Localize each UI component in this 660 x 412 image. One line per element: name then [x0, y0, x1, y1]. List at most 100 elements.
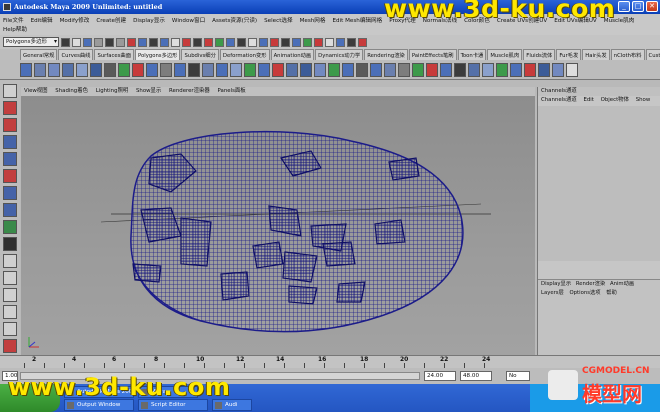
- face-mode-icon[interactable]: [314, 37, 323, 47]
- anim-layer-field[interactable]: No: [506, 371, 530, 381]
- menu-modify[interactable]: Modify修改: [60, 16, 90, 24]
- tab-surfaces[interactable]: Surfaces曲面: [94, 49, 134, 60]
- tab-curves[interactable]: Curves曲线: [58, 49, 94, 60]
- layer-menu-options[interactable]: Options选项: [570, 290, 601, 296]
- select-component-icon[interactable]: [116, 37, 125, 47]
- checker-icon[interactable]: [566, 62, 578, 77]
- poly-cube-icon[interactable]: [34, 62, 46, 77]
- tab-deformation[interactable]: Deformation变形: [219, 49, 270, 60]
- layer-tab-anim[interactable]: Anim动画: [610, 281, 634, 287]
- channel-menu-channels[interactable]: Channels通道: [541, 97, 577, 103]
- misc-icon[interactable]: [358, 37, 367, 47]
- tab-toon[interactable]: Toon卡通: [457, 49, 487, 60]
- save-scene-icon[interactable]: [83, 37, 92, 47]
- viewport-menu-renderer[interactable]: Renderer渲染器: [169, 88, 210, 94]
- menu-create[interactable]: Create创建: [96, 16, 126, 24]
- poly-plane-icon[interactable]: [76, 62, 88, 77]
- sculpt-icon[interactable]: [426, 62, 438, 77]
- tab-rendering[interactable]: Rendering渲染: [364, 49, 408, 60]
- maximize-button[interactable]: □: [632, 1, 644, 12]
- merge-icon[interactable]: [272, 62, 284, 77]
- extrude-icon[interactable]: [174, 62, 186, 77]
- universal-manip-icon[interactable]: [3, 186, 17, 200]
- append-icon[interactable]: [202, 62, 214, 77]
- magnet-icon[interactable]: [270, 37, 279, 47]
- scale-tool-icon[interactable]: [3, 169, 17, 183]
- snap-plane-icon[interactable]: [160, 37, 169, 47]
- show-manip-icon[interactable]: [3, 220, 17, 234]
- select-tool-icon[interactable]: [3, 84, 17, 98]
- new-scene-icon[interactable]: [61, 37, 70, 47]
- soften-edge-icon[interactable]: [538, 62, 550, 77]
- tab-fur[interactable]: Fur毛发: [556, 49, 582, 60]
- lock-icon[interactable]: [336, 37, 345, 47]
- boolean-icon[interactable]: [524, 62, 536, 77]
- last-tool-icon[interactable]: [3, 237, 17, 251]
- tab-hair[interactable]: Hair头发: [582, 49, 610, 60]
- tab-fluids[interactable]: Fluids流体: [523, 49, 556, 60]
- insert-edge-loop-icon[interactable]: [230, 62, 242, 77]
- bevel-icon[interactable]: [258, 62, 270, 77]
- tab-dynamics[interactable]: Dynamics动力学: [315, 49, 364, 60]
- viewport-menu-lighting[interactable]: Lighting照明: [96, 88, 129, 94]
- layer-tab-display[interactable]: Display显示: [541, 281, 571, 287]
- pivot-icon[interactable]: [347, 37, 356, 47]
- channel-menu-show[interactable]: Show: [636, 97, 651, 103]
- close-button[interactable]: ✕: [646, 1, 658, 12]
- tab-muscle[interactable]: Muscle肌肉: [487, 49, 523, 60]
- poly-cylinder-icon[interactable]: [48, 62, 60, 77]
- collapse-icon[interactable]: [286, 62, 298, 77]
- persp-outliner-layout-icon[interactable]: [3, 305, 17, 319]
- poke-icon[interactable]: [454, 62, 466, 77]
- channel-menu-object[interactable]: Object物体: [601, 97, 629, 103]
- minimize-button[interactable]: _: [618, 1, 630, 12]
- extract-icon[interactable]: [510, 62, 522, 77]
- history-icon[interactable]: [182, 37, 191, 47]
- tab-general[interactable]: General常规: [20, 49, 58, 60]
- split-icon[interactable]: [216, 62, 228, 77]
- uv-editor-icon[interactable]: [412, 62, 424, 77]
- show-tool-settings-icon[interactable]: [248, 37, 257, 47]
- render-settings-icon[interactable]: [215, 37, 224, 47]
- separate-icon[interactable]: [132, 62, 144, 77]
- layer-menu-layers[interactable]: Layers层: [541, 290, 564, 296]
- wedge-icon[interactable]: [468, 62, 480, 77]
- vertex-mode-icon[interactable]: [292, 37, 301, 47]
- offset-edge-icon[interactable]: [244, 62, 256, 77]
- viewport-menu-shading[interactable]: Shading着色: [55, 88, 88, 94]
- poly-prism-icon[interactable]: [104, 62, 116, 77]
- show-channel-box-icon[interactable]: [259, 37, 268, 47]
- edge-mode-icon[interactable]: [303, 37, 312, 47]
- select-object-icon[interactable]: [105, 37, 114, 47]
- move-tool-icon[interactable]: [3, 135, 17, 149]
- select-hierarchy-icon[interactable]: [94, 37, 103, 47]
- duplicate-face-icon[interactable]: [496, 62, 508, 77]
- menu-window[interactable]: Window窗口: [172, 16, 205, 24]
- menu-assets[interactable]: Assets资源(只读): [212, 16, 257, 24]
- snap-point-icon[interactable]: [149, 37, 158, 47]
- reduce-icon[interactable]: [300, 62, 312, 77]
- chamfer-icon[interactable]: [482, 62, 494, 77]
- uv-mode-icon[interactable]: [325, 37, 334, 47]
- hypershade-layout-icon[interactable]: [3, 339, 17, 353]
- auto-map-icon[interactable]: [398, 62, 410, 77]
- quadrangulate-icon[interactable]: [328, 62, 340, 77]
- tab-paint-effects[interactable]: PaintEffects笔刷: [408, 49, 457, 60]
- tab-polygons[interactable]: Polygons多边形: [135, 49, 181, 60]
- poly-sphere-icon[interactable]: [20, 62, 32, 77]
- harden-edge-icon[interactable]: [552, 62, 564, 77]
- menu-help[interactable]: Help帮助: [0, 25, 660, 35]
- channel-menu-edit[interactable]: Edit: [583, 97, 593, 103]
- poly-torus-icon[interactable]: [90, 62, 102, 77]
- tab-animation[interactable]: Animation动画: [270, 49, 315, 60]
- single-view-layout-icon[interactable]: [3, 254, 17, 268]
- camera-icon[interactable]: [281, 37, 290, 47]
- snap-grid-icon[interactable]: [127, 37, 136, 47]
- perspective-viewport[interactable]: [21, 96, 535, 355]
- menu-select[interactable]: Select选择: [264, 16, 292, 24]
- paint-select-tool-icon[interactable]: [3, 118, 17, 132]
- tab-subdivs[interactable]: Subdivs细分: [181, 49, 219, 60]
- input-line-icon[interactable]: [226, 37, 235, 47]
- spherical-map-icon[interactable]: [384, 62, 396, 77]
- render-frame-icon[interactable]: [193, 37, 202, 47]
